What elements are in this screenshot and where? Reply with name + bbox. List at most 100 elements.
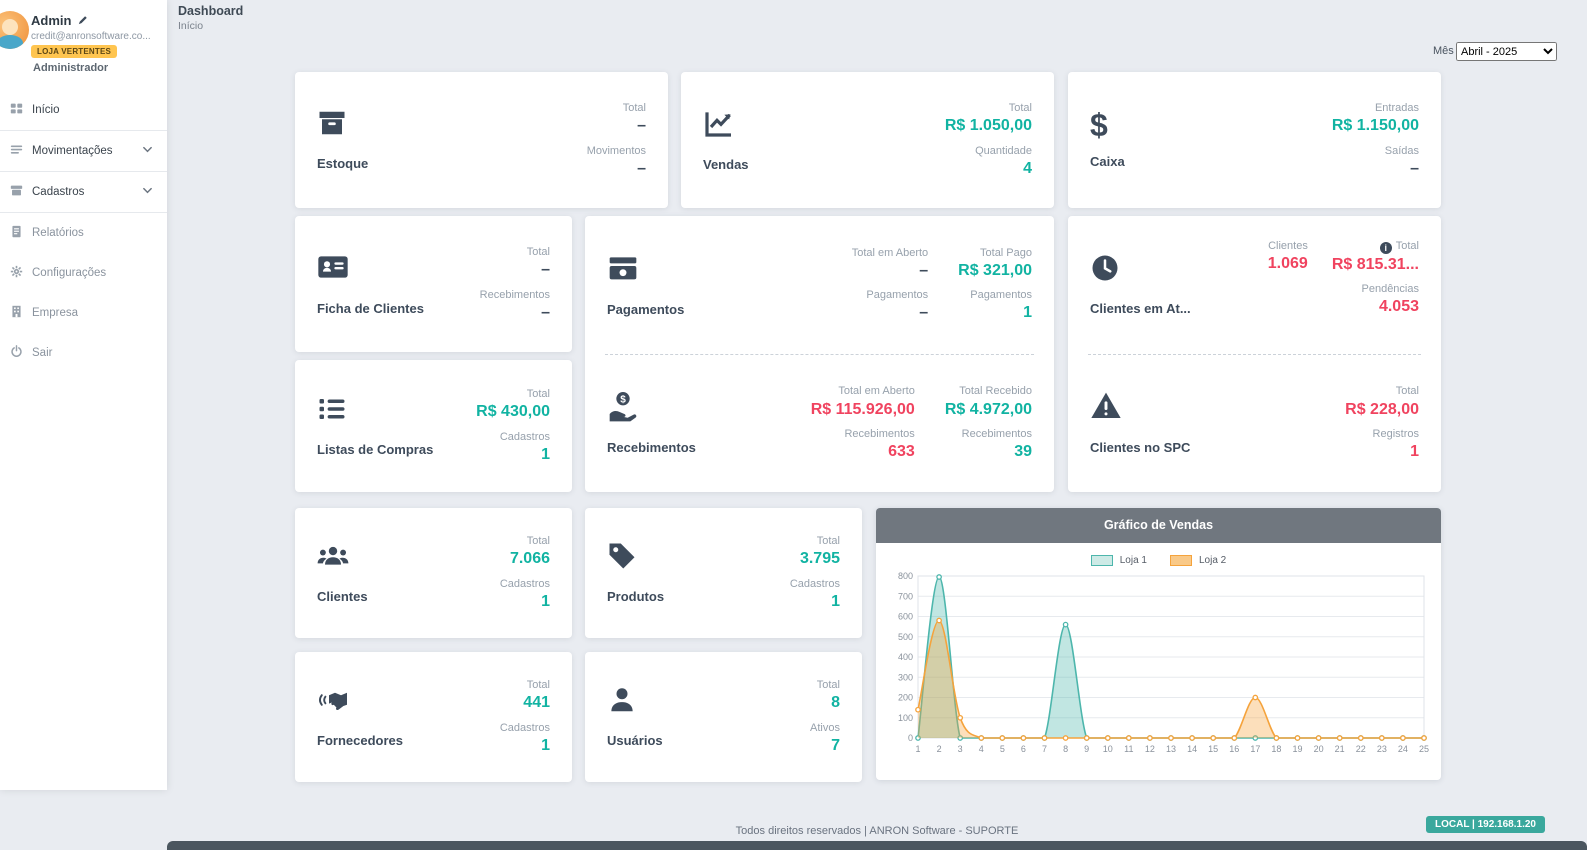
- stat: Recebimentos –: [480, 289, 550, 322]
- footer-text: Todos direitos reservados | ANRON Softwa…: [167, 825, 1587, 837]
- card-title: Fornecedores: [317, 733, 435, 749]
- legend-label-loja2[interactable]: Loja 2: [1199, 555, 1226, 566]
- svg-text:0: 0: [908, 733, 913, 743]
- dollar-icon: $: [1090, 109, 1332, 141]
- handshake-icon: [317, 685, 500, 720]
- svg-text:24: 24: [1398, 744, 1408, 754]
- legend-swatch-loja1[interactable]: [1091, 555, 1113, 566]
- stat: Entradas R$ 1.150,00: [1332, 102, 1419, 135]
- money-bills-icon: [607, 252, 852, 289]
- power-icon: [10, 345, 23, 361]
- svg-text:20: 20: [1314, 744, 1324, 754]
- sidebar-item-label: Empresa: [32, 307, 78, 319]
- sidebar-item-movimentacoes[interactable]: Movimentações: [0, 130, 167, 172]
- sidebar-item-relatorios[interactable]: Relatórios: [0, 213, 167, 253]
- stat: Total R$ 228,00: [1345, 385, 1419, 418]
- svg-text:23: 23: [1377, 744, 1387, 754]
- card-title: Clientes em At...: [1090, 301, 1208, 317]
- month-select[interactable]: Abril - 2025: [1456, 42, 1557, 61]
- card-estoque: Estoque Total – Movimentos –: [295, 72, 668, 208]
- stat: Cadastros 1: [500, 722, 550, 755]
- id-card-icon: [317, 251, 480, 288]
- card-title: Listas de Compras: [317, 442, 435, 458]
- svg-text:5: 5: [1000, 744, 1005, 754]
- svg-text:500: 500: [898, 632, 913, 642]
- stat: Clientes 1.069: [1268, 240, 1308, 273]
- stat: Pagamentos –: [852, 289, 928, 322]
- svg-text:4: 4: [979, 744, 984, 754]
- card-title: Ficha de Clientes: [317, 301, 435, 317]
- chevron-down-icon[interactable]: [142, 144, 153, 158]
- svg-text:800: 800: [898, 571, 913, 581]
- svg-text:13: 13: [1166, 744, 1176, 754]
- sidebar-item-empresa[interactable]: Empresa: [0, 293, 167, 333]
- stat: Movimentos –: [587, 145, 646, 178]
- card-title: Usuários: [607, 733, 725, 749]
- svg-text:9: 9: [1084, 744, 1089, 754]
- sidebar-item-label: Início: [32, 104, 60, 116]
- svg-text:200: 200: [898, 693, 913, 703]
- stat: Total R$ 1.050,00: [945, 102, 1032, 135]
- chart-body: Loja 1 Loja 2 01002003004005006007008001…: [876, 543, 1441, 780]
- card-title: Produtos: [607, 589, 725, 605]
- edit-pencil-icon[interactable]: [78, 13, 88, 28]
- records-archive-icon: [10, 184, 23, 200]
- user-email: credit@anronsoftware.co...: [31, 31, 151, 42]
- sidebar-item-cadastros[interactable]: Cadastros: [0, 172, 167, 213]
- tag-icon: [607, 541, 790, 576]
- breadcrumb: Início: [178, 20, 203, 32]
- building-icon: [10, 305, 23, 321]
- svg-text:400: 400: [898, 652, 913, 662]
- svg-text:17: 17: [1250, 744, 1260, 754]
- chevron-down-icon[interactable]: [142, 185, 153, 199]
- stat: Quantidade 4: [945, 145, 1032, 178]
- environment-badge: LOCAL | 192.168.1.20: [1426, 816, 1545, 833]
- sales-chart-panel: Gráfico de Vendas Loja 1 Loja 2 01002003…: [876, 508, 1441, 780]
- stat: Total Pago R$ 321,00: [958, 247, 1032, 280]
- svg-text:14: 14: [1187, 744, 1197, 754]
- svg-text:6: 6: [1021, 744, 1026, 754]
- stat: Total –: [480, 246, 550, 279]
- stat: iTotal R$ 815.31...: [1332, 240, 1419, 274]
- stat: Total 441: [500, 679, 550, 712]
- stat: Ativos 7: [810, 722, 840, 755]
- card-clientes: Clientes Total 7.066 Cadastros 1: [295, 508, 572, 638]
- svg-text:19: 19: [1292, 744, 1302, 754]
- legend-swatch-loja2[interactable]: [1170, 555, 1192, 566]
- svg-text:22: 22: [1356, 744, 1366, 754]
- card-produtos: Produtos Total 3.795 Cadastros 1: [585, 508, 862, 638]
- stat: Total –: [587, 102, 646, 135]
- stat: Saídas –: [1332, 145, 1419, 178]
- legend-label-loja1[interactable]: Loja 1: [1120, 555, 1147, 566]
- reports-document-icon: [10, 225, 23, 241]
- svg-text:3: 3: [958, 744, 963, 754]
- stat: Total 8: [810, 679, 840, 712]
- user-icon: [607, 685, 810, 720]
- store-badge: LOJA VERTENTES: [31, 45, 117, 58]
- card-atraso-spc: Clientes em At... Clientes 1.069 iTotal …: [1068, 216, 1441, 492]
- stat: Total em Aberto R$ 115.926,00: [811, 385, 915, 418]
- users-icon: [317, 541, 500, 576]
- warning-triangle-icon: [1090, 390, 1345, 427]
- avatar[interactable]: [0, 11, 29, 49]
- sidebar-item-configuracoes[interactable]: Configurações: [0, 253, 167, 293]
- sidebar-menu: Início Movimentações Cadastros Relató: [0, 90, 167, 373]
- info-icon[interactable]: i: [1380, 242, 1392, 254]
- stat: Pendências 4.053: [1332, 283, 1419, 316]
- page-title: Dashboard: [178, 4, 243, 18]
- svg-text:300: 300: [898, 672, 913, 682]
- stat: Total Recebido R$ 4.972,00: [945, 385, 1032, 418]
- sidebar-item-sair[interactable]: Sair: [0, 333, 167, 373]
- sidebar-item-inicio[interactable]: Início: [0, 90, 167, 130]
- stat: Recebimentos 633: [811, 428, 915, 461]
- stat: Recebimentos 39: [945, 428, 1032, 461]
- stat: Total 7.066: [500, 535, 550, 568]
- stat: Total em Aberto –: [852, 247, 928, 280]
- card-fornecedores: Fornecedores Total 441 Cadastros 1: [295, 652, 572, 782]
- stat: Cadastros 1: [790, 578, 840, 611]
- card-title: Vendas: [703, 157, 821, 173]
- svg-text:8: 8: [1063, 744, 1068, 754]
- stat: Cadastros 1: [476, 431, 550, 464]
- svg-text:1: 1: [915, 744, 920, 754]
- home-grid-icon: [10, 102, 23, 118]
